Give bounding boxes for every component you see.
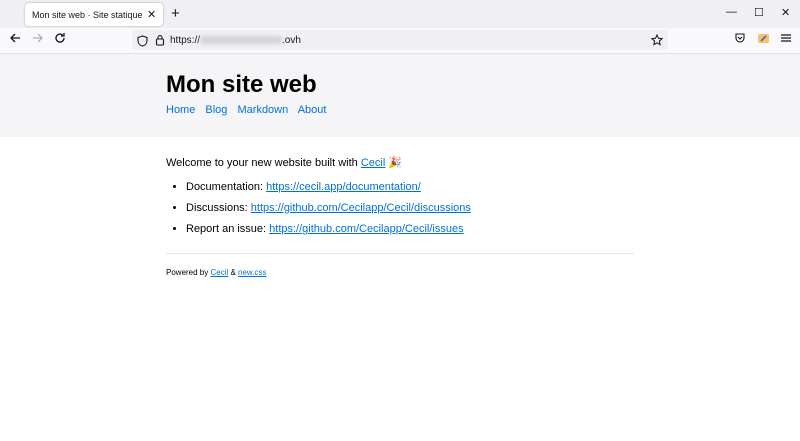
party-emoji-icon: 🎉 [388, 157, 403, 169]
footer-newcss-link[interactable]: new.css [238, 268, 266, 277]
nav-link-home[interactable]: Home [166, 104, 195, 116]
nav-link-markdown[interactable]: Markdown [238, 104, 289, 116]
main-content: Welcome to your new website built with C… [166, 156, 634, 277]
site-title: Mon site web [166, 71, 317, 98]
reload-icon[interactable] [54, 32, 66, 47]
list-item: Report an issue: https://github.com/Ceci… [186, 223, 634, 235]
footer-divider [166, 253, 634, 254]
url-prefix: https:// [170, 34, 201, 46]
footer: Powered by Cecil & new.css [166, 268, 634, 277]
documentation-link[interactable]: https://cecil.app/documentation/ [266, 181, 421, 193]
intro-paragraph: Welcome to your new website built with C… [166, 156, 634, 169]
cecil-link[interactable]: Cecil [361, 157, 385, 169]
navigation-toolbar: https:// .ovh [0, 28, 800, 54]
nav-link-blog[interactable]: Blog [205, 104, 227, 116]
lock-icon[interactable] [155, 33, 165, 51]
forward-arrow-icon[interactable] [32, 32, 44, 47]
pocket-icon[interactable] [734, 32, 746, 47]
discussions-link[interactable]: https://github.com/Cecilapp/Cecil/discus… [251, 202, 471, 214]
url-suffix: .ovh [282, 34, 301, 46]
url-redacted [200, 35, 283, 44]
url-bar[interactable]: https:// .ovh [132, 30, 668, 50]
close-window-button[interactable]: ✕ [781, 6, 790, 19]
tracking-shield-icon[interactable] [137, 34, 148, 52]
site-nav: Home Blog Markdown About [166, 104, 333, 116]
tab-strip: Mon site web · Site statique généré ✕ + … [0, 0, 800, 28]
new-tab-button[interactable]: + [171, 5, 180, 22]
extension-icon[interactable] [757, 32, 770, 48]
url-text: https:// .ovh [170, 35, 301, 46]
site-header: Mon site web Home Blog Markdown About [0, 54, 800, 137]
browser-tab[interactable]: Mon site web · Site statique généré ✕ [25, 3, 163, 26]
back-arrow-icon[interactable] [9, 32, 21, 47]
footer-text: Powered by [166, 268, 211, 277]
list-item-label: Documentation: [186, 181, 267, 193]
list-item-label: Report an issue: [186, 223, 270, 235]
intro-text: Welcome to your new website built with [166, 157, 361, 169]
nav-link-about[interactable]: About [298, 104, 327, 116]
footer-ampersand: & [228, 268, 239, 277]
list-item: Documentation: https://cecil.app/documen… [186, 181, 634, 193]
list-item-label: Discussions: [186, 202, 251, 214]
issues-link[interactable]: https://github.com/Cecilapp/Cecil/issues [269, 223, 463, 235]
maximize-button[interactable]: ☐ [754, 6, 764, 19]
list-item: Discussions: https://github.com/Cecilapp… [186, 202, 634, 214]
tab-close-icon[interactable]: ✕ [147, 8, 156, 21]
bookmark-star-icon[interactable] [650, 33, 664, 51]
minimize-button[interactable]: — [726, 6, 737, 18]
tab-title: Mon site web · Site statique généré [32, 9, 144, 20]
footer-cecil-link[interactable]: Cecil [210, 268, 228, 277]
links-list: Documentation: https://cecil.app/documen… [166, 181, 634, 235]
hamburger-menu-icon[interactable] [780, 32, 792, 47]
